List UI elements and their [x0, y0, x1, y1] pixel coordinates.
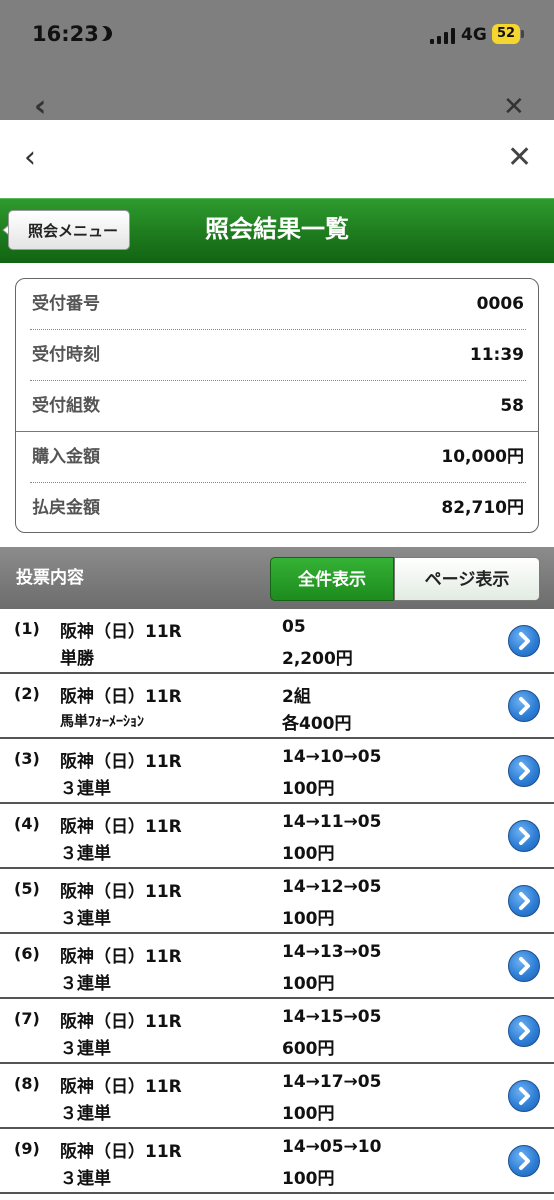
bet-race: 阪神（日）11R	[60, 1012, 182, 1032]
summary-value: 58	[500, 396, 524, 416]
bet-amount: 100円	[282, 1169, 335, 1189]
bet-row[interactable]: (9) 阪神（日）11R ３連単 14→05→10 100円	[0, 1129, 554, 1194]
bet-row[interactable]: (5) 阪神（日）11R ３連単 14→12→05 100円	[0, 869, 554, 934]
bet-combination: 14→17→05	[282, 1072, 382, 1092]
bet-number: (3)	[14, 749, 40, 768]
chevron-right-circle-icon[interactable]	[508, 1145, 540, 1177]
page-title: 照会結果一覧	[205, 215, 349, 243]
bet-type: ３連単	[60, 1104, 111, 1124]
bet-type: ３連単	[60, 844, 111, 864]
bet-number: (4)	[14, 814, 40, 833]
summary-value: 10,000円	[441, 447, 524, 467]
page-view-button[interactable]: ページ表示	[394, 557, 540, 601]
summary-value: 11:39	[469, 345, 524, 365]
bet-combination: 14→10→05	[282, 747, 382, 767]
chevron-right-circle-icon[interactable]	[508, 1015, 540, 1047]
bet-combination: 14→13→05	[282, 942, 382, 962]
bet-race: 阪神（日）11R	[60, 622, 182, 642]
summary-label: 払戻金額	[32, 498, 100, 518]
summary-value: 0006	[476, 294, 524, 314]
bet-amount: 100円	[282, 779, 335, 799]
bet-row[interactable]: (3) 阪神（日）11R ３連単 14→10→05 100円	[0, 739, 554, 804]
bet-amount: 各400円	[282, 714, 352, 734]
bet-amount: 100円	[282, 974, 335, 994]
bet-race: 阪神（日）11R	[60, 752, 182, 772]
bet-row[interactable]: (4) 阪神（日）11R ３連単 14→11→05 100円	[0, 804, 554, 869]
summary-label: 購入金額	[32, 447, 100, 467]
bet-row[interactable]: (6) 阪神（日）11R ３連単 14→13→05 100円	[0, 934, 554, 999]
battery-tip	[521, 30, 524, 38]
bet-combination: 05	[282, 617, 306, 637]
chevron-right-circle-icon[interactable]	[508, 820, 540, 852]
summary-row-receipt-time: 受付時刻 11:39	[32, 330, 524, 380]
bet-row[interactable]: (1) 阪神（日）11R 単勝 05 2,200円	[0, 609, 554, 674]
bet-number: (9)	[14, 1139, 40, 1158]
bet-combination: 14→12→05	[282, 877, 382, 897]
bet-race: 阪神（日）11R	[60, 1142, 182, 1162]
inquiry-menu-button[interactable]: 照会メニュー	[8, 210, 130, 250]
bet-combination: 2組	[282, 687, 311, 707]
summary-panel: 受付番号 0006 受付時刻 11:39 受付組数 58 購入金額 10,000…	[15, 278, 539, 533]
background-close-icon: ✕	[503, 92, 525, 122]
bet-amount: 2,200円	[282, 649, 353, 669]
bet-race: 阪神（日）11R	[60, 687, 182, 707]
bet-race: 阪神（日）11R	[60, 817, 182, 837]
bet-race: 阪神（日）11R	[60, 947, 182, 967]
chevron-right-circle-icon[interactable]	[508, 885, 540, 917]
chevron-right-circle-icon[interactable]	[508, 625, 540, 657]
bet-type: ３連単	[60, 779, 111, 799]
background-back-icon: ‹	[34, 89, 47, 124]
bet-number: (2)	[14, 684, 40, 703]
bet-number: (8)	[14, 1074, 40, 1093]
status-time: 16:23	[32, 22, 99, 46]
bet-list: (1) 阪神（日）11R 単勝 05 2,200円 (2) 阪神（日）11R 馬…	[0, 609, 554, 1200]
bet-type: ３連単	[60, 1169, 111, 1189]
summary-row-purchase-amount: 購入金額 10,000円	[32, 432, 524, 482]
bet-race: 阪神（日）11R	[60, 1077, 182, 1097]
bet-amount: 100円	[282, 844, 335, 864]
background-sheet	[0, 70, 554, 120]
bet-combination: 14→05→10	[282, 1137, 382, 1157]
chevron-right-circle-icon[interactable]	[508, 755, 540, 787]
bet-combination: 14→11→05	[282, 812, 382, 832]
close-icon[interactable]: ✕	[507, 140, 532, 176]
bet-type: ３連単	[60, 974, 111, 994]
nav-bar	[0, 120, 554, 198]
summary-label: 受付番号	[32, 294, 100, 314]
summary-value: 82,710円	[441, 498, 524, 518]
bet-combination: 14→15→05	[282, 1007, 382, 1027]
bet-amount: 600円	[282, 1039, 335, 1059]
chevron-right-circle-icon[interactable]	[508, 1080, 540, 1112]
bet-race: 阪神（日）11R	[60, 882, 182, 902]
bet-number: (1)	[14, 619, 40, 638]
back-icon[interactable]: ‹	[24, 140, 36, 176]
chevron-right-circle-icon[interactable]	[508, 690, 540, 722]
bet-type: 単勝	[60, 649, 94, 669]
summary-row-set-count: 受付組数 58	[32, 381, 524, 431]
bet-type: ３連単	[60, 909, 111, 929]
bet-row[interactable]: (2) 阪神（日）11R 馬単ﾌｫｰﾒｰｼｮﾝ 2組 各400円	[0, 674, 554, 739]
bet-number: (6)	[14, 944, 40, 963]
bet-number: (5)	[14, 879, 40, 898]
chevron-right-circle-icon[interactable]	[508, 950, 540, 982]
bet-row[interactable]: (8) 阪神（日）11R ３連単 14→17→05 100円	[0, 1064, 554, 1129]
summary-label: 受付時刻	[32, 345, 100, 365]
summary-row-receipt-number: 受付番号 0006	[32, 279, 524, 329]
network-type: 4G	[461, 25, 487, 45]
summary-label: 受付組数	[32, 396, 100, 416]
show-all-button[interactable]: 全件表示	[270, 557, 394, 601]
bet-amount: 100円	[282, 1104, 335, 1124]
battery-icon: 52	[492, 24, 520, 44]
bet-amount: 100円	[282, 909, 335, 929]
signal-icon	[430, 28, 456, 44]
bet-type: 馬単ﾌｫｰﾒｰｼｮﾝ	[60, 714, 144, 730]
bet-number: (7)	[14, 1009, 40, 1028]
summary-row-payout-amount: 払戻金額 82,710円	[32, 483, 524, 533]
bet-row[interactable]: (7) 阪神（日）11R ３連単 14→15→05 600円	[0, 999, 554, 1064]
bet-type: ３連単	[60, 1039, 111, 1059]
vote-section-label: 投票内容	[16, 568, 84, 588]
